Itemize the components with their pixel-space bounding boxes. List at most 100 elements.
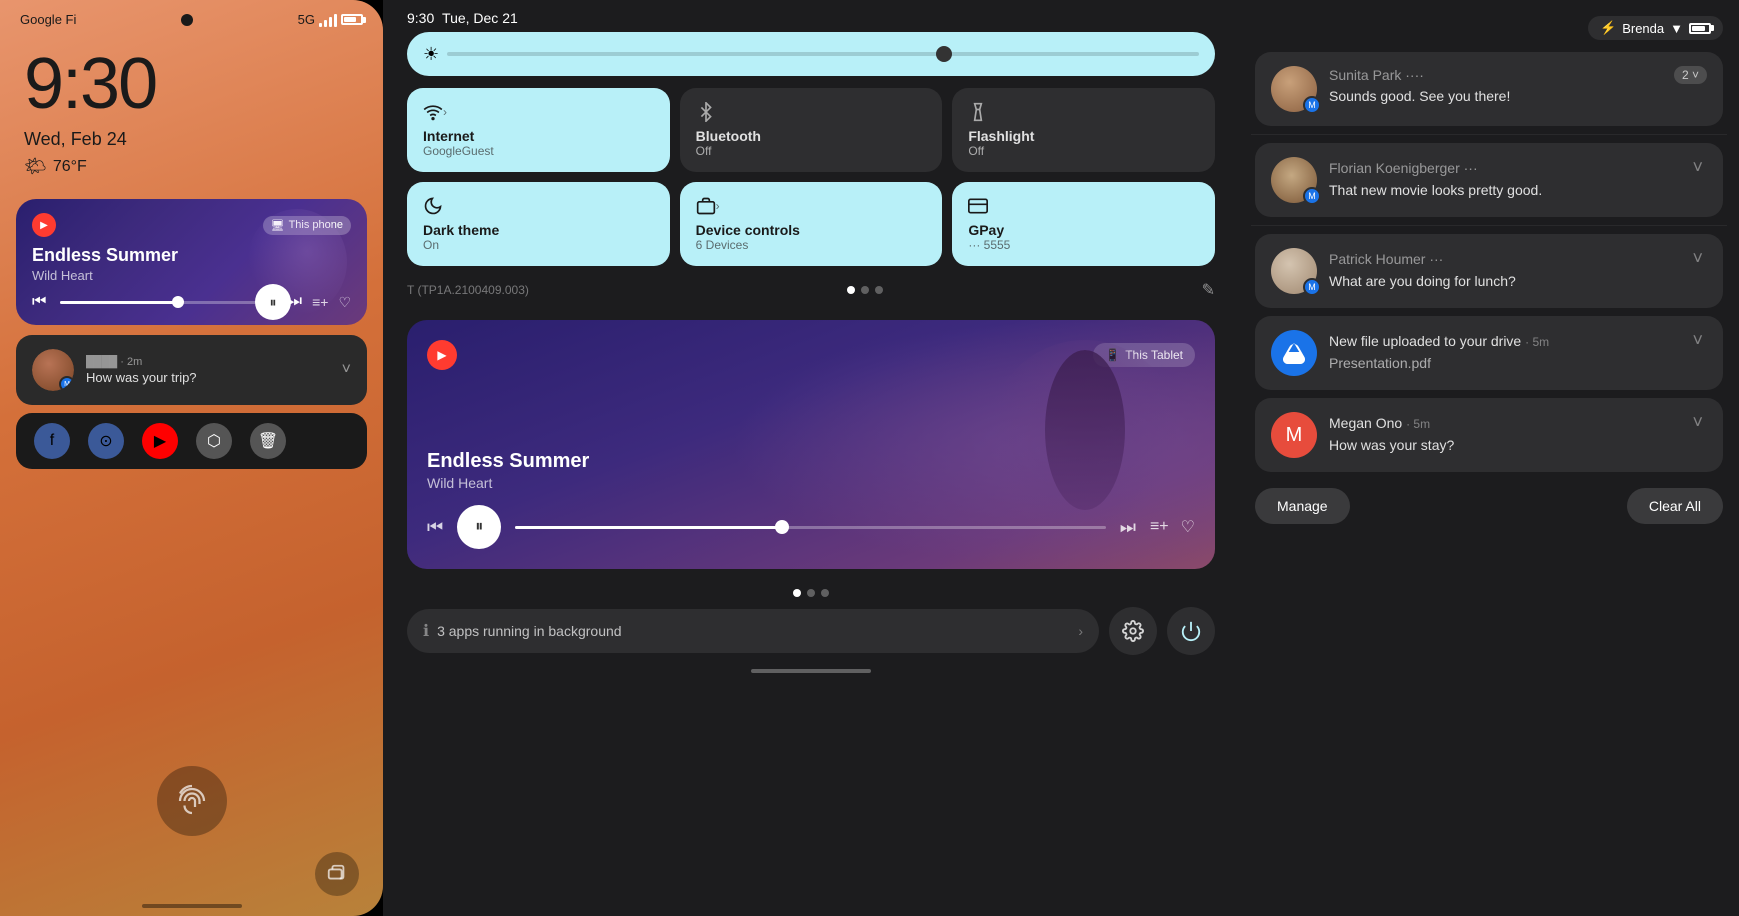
notif-header-florian: Florian Koenigberger ··· ˅ — [1329, 157, 1707, 178]
qs-flashlight-label: Flashlight — [968, 128, 1199, 144]
notif-message-drive: Presentation.pdf — [1329, 355, 1707, 371]
phone-play-pause-button[interactable]: ⏸ — [255, 284, 291, 320]
qs-tile-devicecontrols[interactable]: › Device controls 6 Devices — [680, 182, 943, 266]
tablet-media-actions: ≡+ ♡ — [1150, 517, 1195, 537]
qs-tile-bluetooth[interactable]: Bluetooth Off — [680, 88, 943, 172]
notif-body-drive: New file uploaded to your drive · 5m ˅ P… — [1329, 330, 1707, 371]
tablet-pause-button[interactable]: ⏸ — [457, 505, 501, 549]
phone-notif-expand-button[interactable]: ˅ — [342, 361, 351, 379]
phone-progress-bar[interactable] — [60, 301, 273, 304]
media-app-icon — [427, 340, 457, 370]
phone-camera-dot — [181, 14, 193, 26]
qs-devicecontrols-label: Device controls — [696, 222, 927, 238]
prev-track-button[interactable]: ⏮ — [32, 293, 46, 311]
notif-header-patrick: Patrick Houmer ··· ˅ — [1329, 248, 1707, 269]
heart-icon[interactable]: ♡ — [338, 294, 351, 311]
device-controls-chevron-icon: › — [716, 199, 720, 213]
notif-battery-fill — [1692, 26, 1705, 31]
recents-button[interactable] — [315, 852, 359, 896]
notif-card-drive[interactable]: New file uploaded to your drive · 5m ˅ P… — [1255, 316, 1723, 390]
notif-header-megan: Megan Ono · 5m ˅ — [1329, 412, 1707, 433]
signal-bar-4 — [334, 14, 337, 27]
tablet-next-button[interactable]: ⏭ — [1120, 517, 1136, 538]
tablet-progress-bar[interactable] — [515, 526, 1106, 529]
battery-icon — [341, 14, 363, 25]
qs-info-row: T (TP1A.2100409.003) ✎ — [407, 276, 1215, 308]
phone-notif-avatar: M — [32, 349, 74, 391]
tablet-prev-button[interactable]: ⏮ — [427, 517, 443, 538]
notif-name-sunita: Sunita Park ···· — [1329, 67, 1424, 83]
clear-all-button[interactable]: Clear All — [1627, 488, 1723, 524]
qs-bluetooth-label: Bluetooth — [696, 128, 927, 144]
notif-card-patrick[interactable]: M Patrick Houmer ··· ˅ What are you doin… — [1255, 234, 1723, 308]
notif-expand-florian[interactable]: ˅ — [1688, 157, 1707, 178]
flashlight-icon — [968, 102, 1199, 122]
notif-message-sunita: Sounds good. See you there! — [1329, 88, 1707, 104]
notif-app-badge-sunita: M — [1303, 96, 1321, 114]
notif-avatar-florian: M — [1271, 157, 1317, 203]
gpay-icon — [968, 196, 1199, 216]
notif-avatar-megan: M — [1271, 412, 1317, 458]
notif-expand-drive[interactable]: ˅ — [1688, 330, 1707, 351]
tablet-media-controls: ⏮ ⏸ ⏭ ≡+ ♡ — [427, 505, 1195, 549]
trash-icon[interactable]: 🗑 — [250, 423, 286, 459]
notif-card-florian[interactable]: M Florian Koenigberger ··· ˅ That new mo… — [1255, 143, 1723, 217]
playlist-icon[interactable]: ≡+ — [312, 294, 328, 310]
tablet-time: 9:30 Tue, Dec 21 — [407, 10, 518, 26]
manage-button[interactable]: Manage — [1255, 488, 1350, 524]
qs-tile-flashlight[interactable]: Flashlight Off — [952, 88, 1215, 172]
tablet-playlist-icon[interactable]: ≡+ — [1150, 518, 1169, 536]
notif-battery-icon — [1689, 23, 1711, 34]
running-apps-bar[interactable]: ℹ 3 apps running in background › — [407, 609, 1099, 653]
notif-expand-patrick[interactable]: ˅ — [1688, 248, 1707, 269]
avatar-app-badge: M — [59, 376, 74, 391]
phone-network: 5G — [298, 12, 315, 27]
qs-tile-internet[interactable]: › Internet GoogleGuest — [407, 88, 670, 172]
info-icon: ℹ — [423, 621, 429, 641]
notif-app-badge-patrick: M — [1303, 278, 1321, 296]
phone-music-widget[interactable]: 🖥 This phone Endless Summer Wild Heart ⏮… — [16, 199, 367, 325]
brightness-slider[interactable]: ☀ — [407, 32, 1215, 76]
notif-message-florian: That new movie looks pretty good. — [1329, 182, 1707, 198]
power-button[interactable] — [1167, 607, 1215, 655]
notif-avatar-sunita: M — [1271, 66, 1317, 112]
notif-body-sunita: Sunita Park ···· 2 ˅ Sounds good. See yo… — [1329, 66, 1707, 104]
phone-date: Wed, Feb 24 — [0, 125, 383, 154]
notif-wifi-icon: ▼ — [1670, 21, 1683, 36]
phone-panel: Google Fi 5G 9:30 Wed, Feb 24 🌤 76°F 🖥 T — [0, 0, 383, 916]
qs-dot-3 — [875, 286, 883, 294]
qs-tile-gpay[interactable]: GPay ··· 5555 — [952, 182, 1215, 266]
notif-name-drive: New file uploaded to your drive · 5m — [1329, 333, 1549, 349]
settings-button[interactable] — [1109, 607, 1157, 655]
tablet-progress-thumb — [775, 520, 789, 534]
music-app-icon — [32, 213, 56, 237]
messenger-icon[interactable]: ⊙ — [88, 423, 124, 459]
phone-notification-card[interactable]: M ████ · 2m How was your trip? ˅ — [16, 335, 367, 405]
phone-carrier: Google Fi — [20, 12, 76, 27]
notif-body-patrick: Patrick Houmer ··· ˅ What are you doing … — [1329, 248, 1707, 289]
notif-card-megan[interactable]: M Megan Ono · 5m ˅ How was your stay? — [1255, 398, 1723, 472]
notif-count-badge: 2 ˅ — [1674, 66, 1707, 84]
qs-device-info: T (TP1A.2100409.003) — [407, 283, 529, 297]
phone-temperature: 76°F — [53, 158, 87, 176]
notif-card-sunita[interactable]: M Sunita Park ···· 2 ˅ Sounds good. See … — [1255, 52, 1723, 126]
notif-name-megan: Megan Ono · 5m — [1329, 415, 1430, 431]
tablet-music-artist: Wild Heart — [427, 475, 1195, 491]
youtube-icon[interactable]: ▶ — [142, 423, 178, 459]
fingerprint-button[interactable] — [157, 766, 227, 836]
notif-status-right: ⚡ Brenda ▼ — [1588, 16, 1723, 40]
qs-edit-icon[interactable]: ✎ — [1202, 280, 1215, 300]
running-apps-chevron-icon: › — [1078, 623, 1083, 639]
notif-expand-megan[interactable]: ˅ — [1688, 412, 1707, 433]
dark-theme-icon — [423, 196, 654, 216]
signal-bar-3 — [329, 17, 332, 27]
phone-music-artist: Wild Heart — [32, 268, 351, 283]
tablet-bottom-bar: ℹ 3 apps running in background › — [407, 607, 1215, 655]
notif-app-badge-florian: M — [1303, 187, 1321, 205]
tablet-heart-icon[interactable]: ♡ — [1181, 517, 1195, 537]
phone-time: 9:30 — [0, 35, 383, 125]
qs-darktheme-sublabel: On — [423, 238, 654, 252]
photos-icon[interactable]: ⬡ — [196, 423, 232, 459]
qs-tile-darktheme[interactable]: Dark theme On — [407, 182, 670, 266]
facebook-icon[interactable]: f — [34, 423, 70, 459]
